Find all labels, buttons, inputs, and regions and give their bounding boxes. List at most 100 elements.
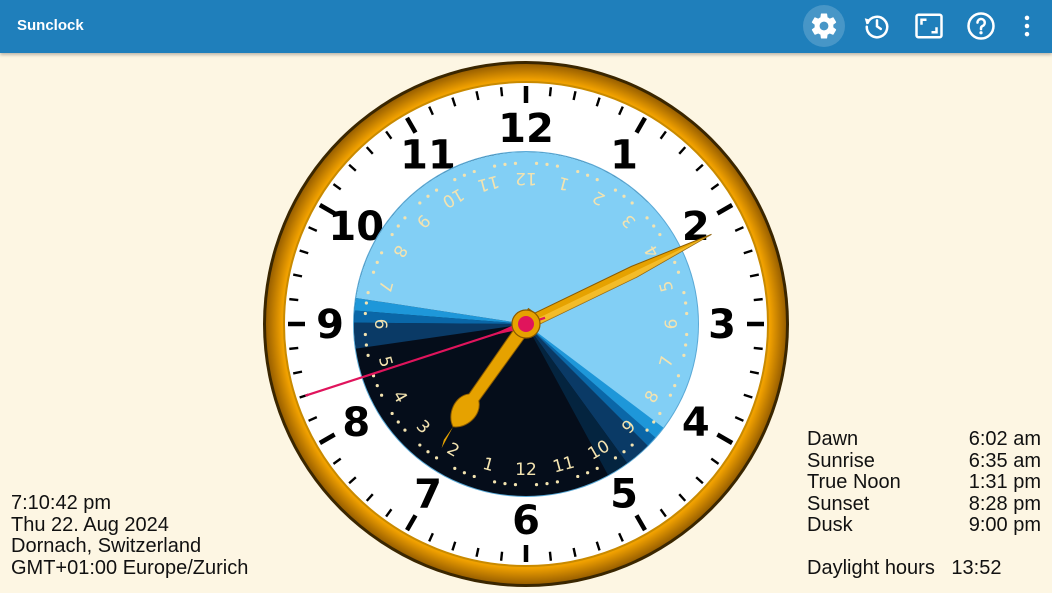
clock-reset-icon: [864, 15, 889, 39]
minute-tick: [499, 87, 504, 97]
sun-minute-dot: [418, 443, 422, 447]
sun-minute-dot: [363, 311, 367, 316]
sun-minute-dot: [534, 161, 539, 165]
sun-row-true-noon: True Noon 1:31 pm: [807, 471, 1041, 494]
sun-minute-dot: [586, 173, 590, 177]
clock-face: 121234567891011 7891011 12 123456789101112…: [263, 61, 789, 587]
sun-row-dusk: Dusk 9:00 pm: [807, 514, 1041, 537]
hour-number: 12: [498, 106, 554, 152]
sun-row-value: 6:35 am: [968, 449, 1041, 472]
sun-minute-dot: [434, 456, 439, 460]
help-button[interactable]: [960, 5, 1002, 47]
reset-time-button[interactable]: [856, 5, 898, 47]
settings-button[interactable]: [803, 5, 845, 47]
sun-minute-dot: [434, 188, 439, 192]
sun-minute-dot: [472, 169, 476, 174]
minute-tick: [548, 87, 553, 97]
hour-number: 7: [414, 472, 442, 518]
sun-minute-dot: [622, 194, 626, 198]
sun-minute-dot: [684, 301, 688, 305]
sun-minute-dot: [364, 301, 368, 305]
fullscreen-button[interactable]: [908, 5, 950, 47]
daylight-value: 13:52: [951, 557, 1002, 579]
daylight-hours: Daylight hours 13:52: [807, 557, 1001, 580]
sun-row-label: Sunrise: [807, 449, 875, 472]
sun-row-value: 1:31 pm: [968, 471, 1041, 493]
sun-minute-dot: [364, 343, 368, 347]
sun-minute-dot: [503, 482, 507, 486]
sun-minute-dot: [513, 483, 518, 487]
sun-minute-dot: [380, 393, 384, 397]
sun-row-label: Dawn: [807, 428, 859, 450]
sun-minute-dot: [462, 173, 466, 177]
sun-row-sunset: Sunset 8:28 pm: [807, 492, 1041, 516]
sun-minute-dot: [652, 224, 656, 228]
sun-minute-dot: [682, 353, 686, 358]
sun-minute-dot: [622, 450, 626, 454]
sun-hour-number: 6: [662, 319, 682, 330]
sun-minute-dot: [513, 161, 518, 165]
sun-minute-dot: [555, 480, 560, 484]
current-date: Thu 22. Aug 2024: [11, 513, 169, 536]
sun-minute-dot: [390, 411, 394, 416]
sun-minute-dot: [595, 178, 599, 182]
gear-icon: [811, 13, 837, 39]
sun-hour-number: 6: [370, 319, 390, 330]
sun-minute-dot: [492, 164, 497, 168]
sun-minute-dot: [366, 353, 370, 358]
sun-row-dawn: Dawn 6:02 am: [807, 428, 1041, 451]
sun-minute-dot: [403, 428, 407, 432]
sun-minute-dot: [426, 450, 430, 454]
sun-minute-dot: [658, 232, 662, 237]
hour-number: 4: [682, 400, 710, 446]
sun-minute-dot: [673, 260, 677, 264]
sun-minute-dot: [403, 216, 407, 220]
sun-row-value: 9:00 pm: [968, 514, 1041, 536]
sun-row-value: 6:02 am: [968, 428, 1041, 450]
sun-minute-dot: [576, 474, 580, 479]
sun-minute-dot: [375, 260, 379, 264]
sun-minute-dot: [363, 332, 367, 337]
minute-tick: [499, 551, 504, 561]
sun-minute-dot: [630, 443, 634, 447]
minute-tick: [548, 551, 553, 561]
more-options-button[interactable]: [1006, 5, 1048, 47]
fullscreen-icon: [915, 13, 943, 39]
sun-minute-dot: [396, 224, 400, 228]
hour-number: 1: [610, 132, 638, 178]
minute-tick: [753, 297, 763, 302]
sun-minute-dot: [685, 311, 689, 316]
minute-tick: [289, 297, 299, 302]
sun-row-label: Sunset: [807, 492, 870, 515]
sun-row-label: True Noon: [807, 471, 901, 493]
daylight-label: Daylight hours: [807, 557, 935, 579]
sun-minute-dot: [380, 251, 384, 255]
sun-minute-dot: [555, 164, 560, 168]
center-pin: [518, 316, 534, 332]
sun-minute-dot: [492, 480, 497, 484]
sun-minute-dot: [668, 393, 672, 397]
hour-number: 8: [342, 400, 370, 446]
sun-minute-dot: [685, 332, 689, 337]
location-name: Dornach, Switzerland: [11, 535, 202, 557]
timezone: GMT+01:00 Europe/Zurich: [11, 556, 249, 579]
sun-minute-dot: [684, 343, 688, 347]
hour-number: 9: [316, 302, 344, 348]
app-bar: Sunclock: [0, 0, 1052, 53]
sun-minute-dot: [503, 162, 507, 166]
sun-row-value: 8:28 pm: [968, 492, 1041, 515]
sun-minute-dot: [652, 420, 656, 424]
sun-minute-dot: [371, 270, 376, 274]
sun-minute-dot: [453, 178, 457, 182]
sun-minute-dot: [366, 290, 370, 295]
sun-minute-dot: [375, 384, 379, 388]
app-title: Sunclock: [17, 17, 84, 34]
minute-tick: [289, 346, 299, 351]
sun-minute-dot: [453, 466, 457, 470]
sun-minute-dot: [676, 374, 681, 378]
location-info: 7:10:42 pm Thu 22. Aug 2024 Dornach, Swi…: [11, 492, 249, 579]
sun-minute-dot: [676, 270, 681, 274]
hour-number: 3: [708, 302, 736, 348]
sun-minute-dot: [613, 188, 618, 192]
sun-row-sunrise: Sunrise 6:35 am: [807, 449, 1041, 473]
